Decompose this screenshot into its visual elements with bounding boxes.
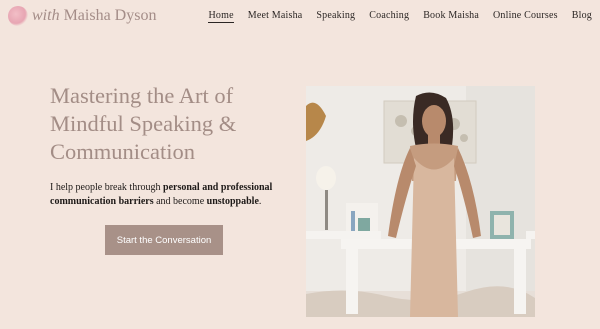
logo-text: with Maisha Dyson bbox=[32, 7, 156, 25]
lead-bold-2: unstoppable bbox=[206, 196, 259, 207]
nav-meet-maisha[interactable]: Meet Maisha bbox=[248, 10, 303, 23]
nav-home[interactable]: Home bbox=[208, 10, 234, 23]
nav-speaking[interactable]: Speaking bbox=[316, 10, 355, 23]
logo[interactable]: with Maisha Dyson bbox=[8, 6, 156, 26]
nav-online-courses[interactable]: Online Courses bbox=[493, 10, 558, 23]
hero-headline: Mastering the Art of Mindful Speaking & … bbox=[50, 83, 237, 164]
nav-coaching[interactable]: Coaching bbox=[369, 10, 409, 23]
lead-text-3: . bbox=[258, 196, 262, 207]
lead-text-2: and become bbox=[153, 196, 207, 207]
hero-photo bbox=[306, 86, 535, 317]
site-header: with Maisha Dyson Home Meet Maisha Speaki… bbox=[0, 0, 600, 34]
nav-book-maisha[interactable]: Book Maisha bbox=[423, 10, 479, 23]
hero-photo-illustration bbox=[306, 86, 535, 317]
logo-name: Maisha Dyson bbox=[63, 7, 157, 24]
start-conversation-button[interactable]: Start the Conversation bbox=[105, 225, 223, 255]
nav-blog[interactable]: Blog bbox=[572, 10, 592, 23]
logo-with: with bbox=[32, 7, 60, 24]
hero-lead: I help people break through personal and… bbox=[50, 181, 290, 209]
main-nav: Home Meet Maisha Speaking Coaching Book … bbox=[194, 10, 592, 23]
lead-text-1: I help people break through bbox=[50, 182, 164, 193]
watercolor-logo-icon bbox=[8, 6, 28, 26]
